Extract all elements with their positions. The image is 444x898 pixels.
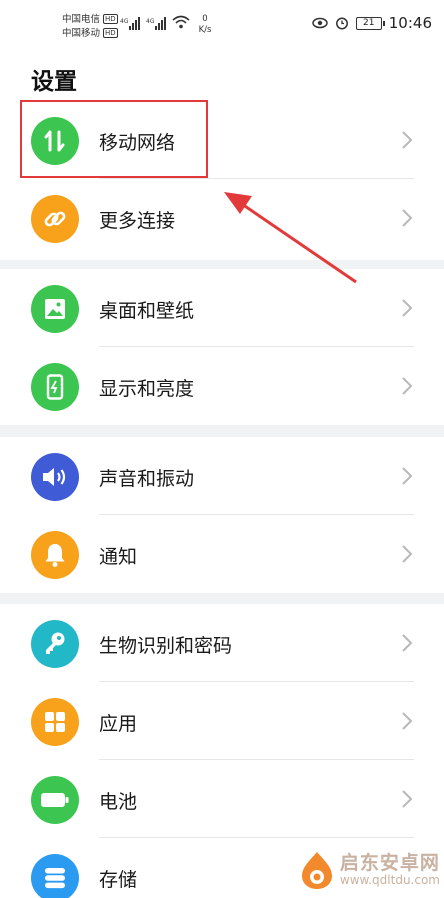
arrow-annotation bbox=[224, 192, 357, 284]
watermark-title: 启东安卓网 bbox=[339, 851, 440, 874]
watermark-logo bbox=[301, 852, 332, 889]
watermark-url: www.qdltdu.com bbox=[339, 872, 440, 887]
watermark: 启东安卓网 www.qdltdu.com bbox=[300, 850, 440, 890]
